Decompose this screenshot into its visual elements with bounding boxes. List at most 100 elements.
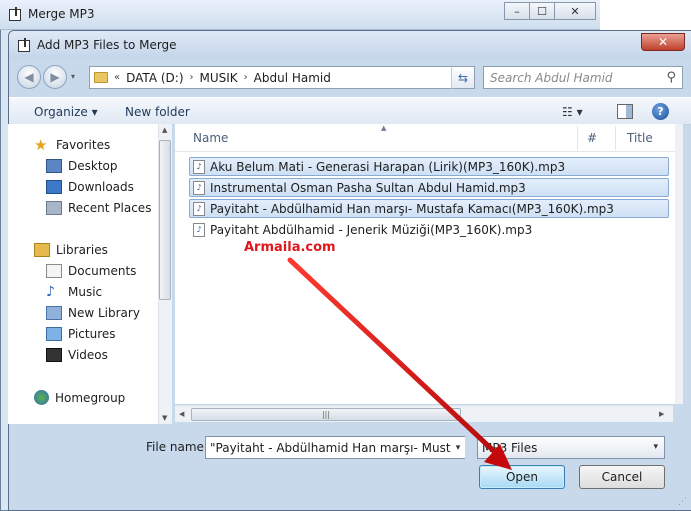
downloads-icon xyxy=(46,180,62,194)
navigation-pane: ★ Favorites Desktop Downloads Recent Plac… xyxy=(8,124,172,424)
close-button[interactable]: ✕ xyxy=(554,2,596,20)
nav-recent-places[interactable]: Recent Places xyxy=(46,201,151,215)
file-type-select[interactable]: MP3 Files ▾ xyxy=(477,436,665,459)
refresh-icon[interactable]: ⇆ xyxy=(451,66,475,89)
recent-places-icon xyxy=(46,201,62,215)
scroll-down-icon[interactable]: ▼ xyxy=(162,414,167,422)
desktop-icon xyxy=(46,159,62,173)
column-title[interactable]: Title xyxy=(627,131,653,145)
file-name-dropdown-icon[interactable]: ▾ xyxy=(451,437,465,458)
nav-libraries[interactable]: Libraries xyxy=(34,243,108,257)
nav-new-library[interactable]: New Library xyxy=(46,306,140,320)
watermark-text: Armaila.com xyxy=(244,240,336,255)
file-list-scrollbar[interactable] xyxy=(675,124,683,404)
minimize-button[interactable]: – xyxy=(504,2,530,20)
breadcrumb-drive[interactable]: DATA (D:) xyxy=(126,71,183,85)
breadcrumb-separator-icon[interactable]: › xyxy=(244,72,248,83)
nav-label: New Library xyxy=(68,306,140,320)
music-note-icon: ♪ xyxy=(46,284,55,300)
file-name-input[interactable]: "Payitaht - Abdülhamid Han marşı- Mustaf… xyxy=(205,436,465,459)
file-row[interactable]: ♪ Payitaht - Abdülhamid Han marşı- Mustaf… xyxy=(189,199,669,218)
videos-icon xyxy=(46,348,62,362)
chevron-down-icon: ▾ xyxy=(653,442,658,452)
breadcrumb-separator-icon[interactable]: › xyxy=(190,72,194,83)
forward-arrow-icon[interactable]: ▶ xyxy=(43,65,67,89)
pictures-icon xyxy=(46,327,62,341)
mp3-file-icon: ♪ xyxy=(193,222,205,237)
mp3-file-icon: ♪ xyxy=(193,180,205,195)
column-divider[interactable] xyxy=(577,126,578,150)
new-folder-button[interactable]: New folder xyxy=(125,105,190,119)
merge-mp3-title: Merge MP3 xyxy=(28,7,95,21)
nav-videos[interactable]: Videos xyxy=(46,348,108,362)
scroll-left-icon[interactable]: ◀ xyxy=(179,410,184,418)
nav-label: Desktop xyxy=(68,159,118,173)
file-list-horizontal-scrollbar[interactable]: ◀ ||| ▶ xyxy=(175,405,673,422)
back-arrow-icon[interactable]: ◀ xyxy=(17,65,41,89)
nav-label: Homegroup xyxy=(55,390,126,405)
app-icon xyxy=(8,7,22,21)
file-name-value: "Payitaht - Abdülhamid Han marşı- Mustaf… xyxy=(210,440,465,455)
sort-ascending-icon: ▲ xyxy=(381,124,387,132)
address-bar[interactable]: « DATA (D:) › MUSIK › Abdul Hamid xyxy=(89,66,475,89)
nav-favorites[interactable]: ★ Favorites xyxy=(34,136,110,154)
nav-homegroup[interactable]: Homegroup xyxy=(34,390,125,405)
file-name: Instrumental Osman Pasha Sultan Abdul Ha… xyxy=(210,180,526,195)
open-button[interactable]: Open xyxy=(479,465,565,489)
merge-mp3-titlebar: Merge MP3 – ☐ ✕ xyxy=(0,0,600,30)
preview-pane-icon[interactable] xyxy=(617,104,633,119)
address-row: ◀ ▶ ▾ « DATA (D:) › MUSIK › Abdul Hamid … xyxy=(9,59,691,93)
cancel-button[interactable]: Cancel xyxy=(579,465,665,489)
nav-music[interactable]: ♪ Music xyxy=(46,285,102,299)
column-number[interactable]: # xyxy=(587,131,597,145)
dialog-close-button[interactable]: ✕ xyxy=(641,33,685,51)
help-icon[interactable]: ? xyxy=(652,103,669,120)
mp3-file-icon: ♪ xyxy=(193,159,205,174)
file-name: Payitaht Abdülhamid - Jenerik Müziği(MP3… xyxy=(210,222,533,237)
dialog-title: Add MP3 Files to Merge xyxy=(37,38,177,52)
breadcrumb-musik[interactable]: MUSIK xyxy=(200,71,238,85)
column-header: ▲ Name # Title xyxy=(175,124,675,152)
nav-label: Downloads xyxy=(68,180,134,194)
nav-label: Libraries xyxy=(56,243,108,257)
nav-label: Music xyxy=(68,285,103,299)
nav-label: Videos xyxy=(68,348,108,362)
file-row[interactable]: ♪ Payitaht Abdülhamid - Jenerik Müziği(MP… xyxy=(189,220,669,239)
search-placeholder: Search Abdul Hamid xyxy=(490,70,613,85)
search-icon[interactable]: ⚲ xyxy=(666,70,676,85)
nav-label: Recent Places xyxy=(68,201,152,215)
nav-pane-scroll-thumb[interactable] xyxy=(159,140,171,300)
file-list: ▲ Name # Title ♪ Aku Belum Mati - Generas… xyxy=(175,124,675,404)
new-library-icon xyxy=(46,306,62,320)
file-name: Payitaht - Abdülhamid Han marşı- Mustafa… xyxy=(210,201,614,216)
resize-grip-icon[interactable]: ⋰ xyxy=(678,497,687,507)
maximize-button[interactable]: ☐ xyxy=(529,2,555,20)
organize-button[interactable]: Organize ▾ xyxy=(34,105,98,119)
libraries-icon xyxy=(34,243,50,257)
column-divider[interactable] xyxy=(615,126,616,150)
nav-pictures[interactable]: Pictures xyxy=(46,327,116,341)
scroll-up-icon[interactable]: ▲ xyxy=(162,126,167,134)
search-input[interactable]: Search Abdul Hamid ⚲ xyxy=(483,66,683,89)
horizontal-scroll-thumb[interactable]: ||| xyxy=(191,408,461,421)
address-overflow[interactable]: « xyxy=(114,72,120,83)
nav-downloads[interactable]: Downloads xyxy=(46,180,134,194)
mp3-file-icon: ♪ xyxy=(193,201,205,216)
window-controls: – ☐ ✕ xyxy=(504,2,596,20)
star-icon: ★ xyxy=(34,136,48,154)
column-name[interactable]: Name xyxy=(193,131,228,145)
file-type-value: MP3 Files xyxy=(482,440,538,455)
file-row[interactable]: ♪ Aku Belum Mati - Generasi Harapan (Liri… xyxy=(189,157,669,176)
breadcrumb-abdul-hamid[interactable]: Abdul Hamid xyxy=(254,71,331,85)
file-name: Aku Belum Mati - Generasi Harapan (Lirik… xyxy=(210,159,566,174)
documents-icon xyxy=(46,264,62,278)
folder-icon xyxy=(94,72,108,83)
dialog-app-icon xyxy=(17,38,31,52)
nav-documents[interactable]: Documents xyxy=(46,264,136,278)
file-row[interactable]: ♪ Instrumental Osman Pasha Sultan Abdul H… xyxy=(189,178,669,197)
scroll-right-icon[interactable]: ▶ xyxy=(659,410,664,418)
change-view-icon[interactable]: ☷ ▾ xyxy=(562,105,583,119)
homegroup-icon xyxy=(34,390,49,405)
nav-desktop[interactable]: Desktop xyxy=(46,159,118,173)
recent-locations-dropdown[interactable]: ▾ xyxy=(71,72,79,81)
